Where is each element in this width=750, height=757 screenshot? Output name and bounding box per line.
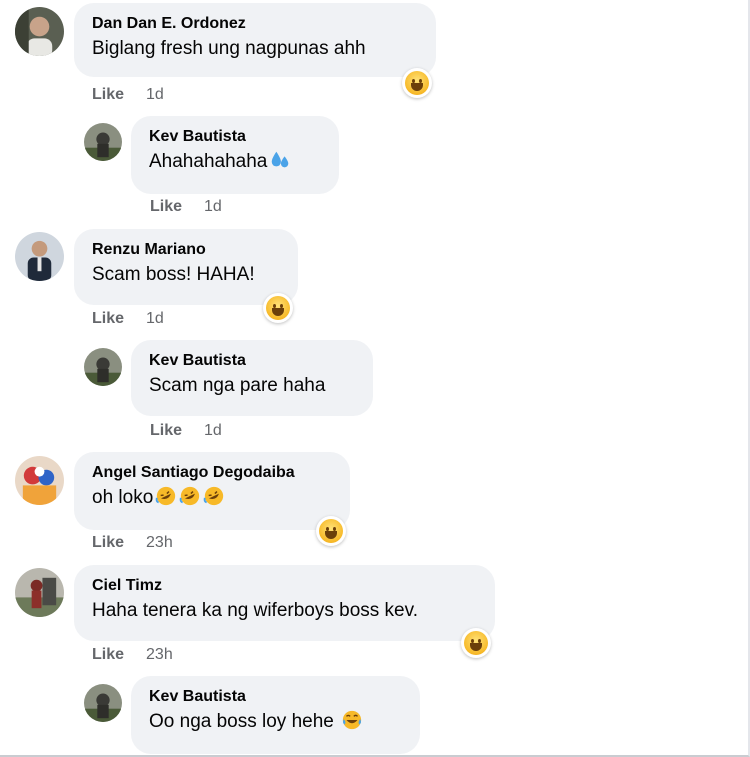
- tears-of-joy-icon: [341, 709, 363, 731]
- timestamp[interactable]: 1d: [204, 422, 222, 439]
- comment-text: Haha tenera ka ng wiferboys boss kev.: [92, 600, 418, 621]
- timestamp[interactable]: 23h: [146, 646, 173, 663]
- avatar[interactable]: [84, 684, 122, 722]
- haha-reaction-icon[interactable]: [263, 293, 293, 323]
- commenter-name[interactable]: Dan Dan E. Ordonez: [92, 13, 418, 35]
- timestamp[interactable]: 1d: [146, 310, 164, 327]
- commenter-name[interactable]: Kev Bautista: [149, 350, 355, 372]
- comment-bubble: Kev Bautista Ahahahahaha: [131, 116, 339, 194]
- haha-reaction-icon[interactable]: [316, 516, 346, 546]
- like-button[interactable]: Like: [92, 646, 124, 663]
- commenter-name[interactable]: Ciel Timz: [92, 575, 477, 597]
- timestamp[interactable]: 23h: [146, 534, 173, 551]
- comment-bubble: Kev Bautista Oo nga boss loy hehe: [131, 676, 420, 754]
- rolling-laughing-icon: [203, 485, 225, 507]
- like-button[interactable]: Like: [150, 422, 182, 439]
- comment-bubble: Kev Bautista Scam nga pare haha: [131, 340, 373, 416]
- like-button[interactable]: Like: [92, 310, 124, 327]
- sweat-droplets-icon: [269, 149, 291, 171]
- avatar[interactable]: [15, 232, 64, 281]
- comments-panel: Dan Dan E. Ordonez Biglang fresh ung nag…: [0, 0, 750, 757]
- comment-actions: Like 1d: [150, 198, 222, 216]
- avatar[interactable]: [84, 348, 122, 386]
- haha-reaction-icon[interactable]: [461, 628, 491, 658]
- comment-text: Scam nga pare haha: [149, 375, 326, 396]
- comment-bubble: Dan Dan E. Ordonez Biglang fresh ung nag…: [74, 3, 436, 77]
- commenter-name[interactable]: Angel Santiago Degodaiba: [92, 462, 332, 484]
- comment-text: Biglang fresh ung nagpunas ahh: [92, 38, 366, 59]
- commenter-name[interactable]: Kev Bautista: [149, 686, 402, 708]
- haha-reaction-icon[interactable]: [402, 68, 432, 98]
- comment-bubble: Renzu Mariano Scam boss! HAHA!: [74, 229, 298, 305]
- timestamp[interactable]: 1d: [146, 86, 164, 103]
- commenter-name[interactable]: Renzu Mariano: [92, 239, 280, 261]
- comment-actions: Like 1d: [92, 310, 164, 328]
- avatar[interactable]: [15, 456, 64, 505]
- timestamp[interactable]: 1d: [204, 198, 222, 215]
- rolling-laughing-icon: [179, 485, 201, 507]
- commenter-name[interactable]: Kev Bautista: [149, 126, 321, 148]
- comment-bubble: Ciel Timz Haha tenera ka ng wiferboys bo…: [74, 565, 495, 641]
- like-button[interactable]: Like: [150, 198, 182, 215]
- comment-actions: Like 1d: [150, 422, 222, 440]
- comment-actions: Like 1d: [92, 86, 164, 104]
- comment-text: Oo nga boss loy hehe: [149, 708, 402, 735]
- avatar[interactable]: [15, 7, 64, 56]
- avatar[interactable]: [15, 568, 64, 617]
- comment-text: Scam boss! HAHA!: [92, 264, 255, 285]
- comment-text: oh loko: [92, 484, 332, 511]
- comment-bubble: Angel Santiago Degodaiba oh loko: [74, 452, 350, 530]
- comment-actions: Like 23h: [92, 646, 173, 664]
- like-button[interactable]: Like: [92, 86, 124, 103]
- avatar[interactable]: [84, 123, 122, 161]
- comment-text: Ahahahahaha: [149, 148, 321, 175]
- like-button[interactable]: Like: [92, 534, 124, 551]
- comment-actions: Like 23h: [92, 534, 173, 552]
- rolling-laughing-icon: [155, 485, 177, 507]
